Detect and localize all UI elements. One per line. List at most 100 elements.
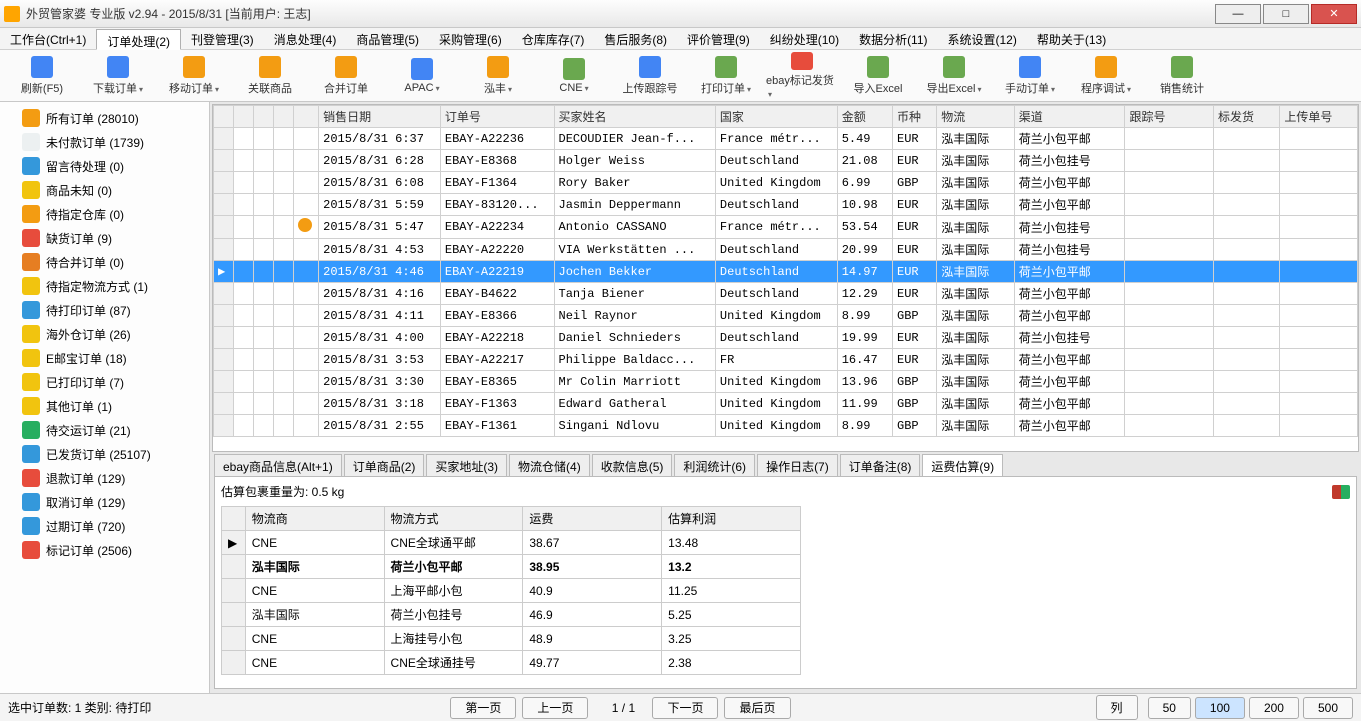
sidebar-item[interactable]: 商品未知 (0) [2,178,207,202]
sidebar-item[interactable]: 已发货订单 (25107) [2,442,207,466]
menu-item[interactable]: 订单处理(2) [96,29,181,50]
ship-header[interactable]: 物流商 [245,507,384,531]
table-row[interactable]: 2015/8/31 4:00EBAY-A22218Daniel Schniede… [214,327,1358,349]
sidebar-item[interactable]: 退款订单 (129) [2,466,207,490]
menu-item[interactable]: 纠纷处理(10) [760,28,849,49]
ship-header[interactable]: 估算利润 [662,507,801,531]
toolbar-button[interactable]: 刷新(F5) [6,52,78,100]
pagesize-button[interactable]: 200 [1249,697,1299,719]
sidebar-item[interactable]: 标记订单 (2506) [2,538,207,562]
maximize-button[interactable]: □ [1263,4,1309,24]
grid-header[interactable] [273,106,293,128]
sidebar-item[interactable]: 缺货订单 (9) [2,226,207,250]
pagesize-button[interactable]: 500 [1303,697,1353,719]
toolbar-button[interactable]: APAC▾ [386,52,458,100]
grid-header[interactable]: 币种 [893,106,937,128]
menu-item[interactable]: 系统设置(12) [938,28,1027,49]
grid-header[interactable] [233,106,253,128]
toolbar-button[interactable]: 关联商品 [234,52,306,100]
ship-row[interactable]: 泓丰国际荷兰小包挂号46.95.25 [222,603,801,627]
detail-tab[interactable]: 买家地址(3) [426,454,507,476]
columns-button[interactable]: 列 [1096,695,1138,720]
sidebar-item[interactable]: 其他订单 (1) [2,394,207,418]
table-row[interactable]: 2015/8/31 3:53EBAY-A22217Philippe Baldac… [214,349,1358,371]
table-row[interactable]: 2015/8/31 5:47EBAY-A22234Antonio CASSANO… [214,216,1358,239]
ship-row[interactable]: CNE上海挂号小包48.93.25 [222,627,801,651]
table-row[interactable]: 2015/8/31 3:30EBAY-E8365Mr Colin Marriot… [214,371,1358,393]
page-button[interactable]: 下一页 [652,697,718,719]
grid-header[interactable]: 销售日期 [319,106,441,128]
ship-row[interactable]: CNE上海平邮小包40.911.25 [222,579,801,603]
sidebar-item[interactable]: 取消订单 (129) [2,490,207,514]
sidebar-item[interactable]: 过期订单 (720) [2,514,207,538]
pagesize-button[interactable]: 50 [1148,697,1191,719]
sidebar-item[interactable]: 待合并订单 (0) [2,250,207,274]
grid-header[interactable] [293,106,318,128]
detail-tab[interactable]: 物流仓储(4) [509,454,590,476]
toolbar-button[interactable]: 手动订单▾ [994,52,1066,100]
toolbar-button[interactable]: 泓丰▾ [462,52,534,100]
grid-header[interactable]: 订单号 [440,106,554,128]
toolbar-button[interactable]: 导入Excel [842,52,914,100]
close-button[interactable]: ✕ [1311,4,1357,24]
page-button[interactable]: 第一页 [450,697,516,719]
sidebar-item[interactable]: 待交运订单 (21) [2,418,207,442]
minimize-button[interactable]: — [1215,4,1261,24]
sidebar-item[interactable]: 未付款订单 (1739) [2,130,207,154]
toolbar-button[interactable]: CNE▾ [538,52,610,100]
grid-header[interactable]: 标发货 [1214,106,1280,128]
orders-grid[interactable]: 销售日期订单号买家姓名国家金额币种物流渠道跟踪号标发货上传单号2015/8/31… [212,104,1359,452]
grid-header[interactable]: 物流 [937,106,1014,128]
detail-tab[interactable]: 订单商品(2) [344,454,425,476]
grid-header[interactable]: 国家 [715,106,837,128]
menu-item[interactable]: 采购管理(6) [429,28,512,49]
sidebar-item[interactable]: 留言待处理 (0) [2,154,207,178]
toolbar-button[interactable]: 导出Excel▾ [918,52,990,100]
table-row[interactable]: ▶2015/8/31 4:46EBAY-A22219Jochen BekkerD… [214,261,1358,283]
ship-header[interactable]: 运费 [523,507,662,531]
toolbar-button[interactable]: ebay标记发货▾ [766,52,838,100]
sidebar-item[interactable]: 海外仓订单 (26) [2,322,207,346]
ship-row[interactable]: ▶CNECNE全球通平邮38.6713.48 [222,531,801,555]
page-button[interactable]: 上一页 [522,697,588,719]
sidebar-item[interactable]: 待指定物流方式 (1) [2,274,207,298]
detail-tab[interactable]: 订单备注(8) [840,454,921,476]
ship-header[interactable]: 物流方式 [384,507,523,531]
table-row[interactable]: 2015/8/31 3:18EBAY-F1363Edward GatheralU… [214,393,1358,415]
toolbar-button[interactable]: 销售统计 [1146,52,1218,100]
menu-item[interactable]: 消息处理(4) [264,28,347,49]
grid-header[interactable]: 渠道 [1014,106,1125,128]
pagesize-button[interactable]: 100 [1195,697,1245,719]
menu-item[interactable]: 帮助关于(13) [1027,28,1116,49]
detail-tab[interactable]: 运费估算(9) [922,454,1003,476]
sidebar-item[interactable]: 待指定仓库 (0) [2,202,207,226]
book-icon[interactable] [1332,485,1350,499]
shipping-estimate-grid[interactable]: 物流商物流方式运费估算利润 ▶CNECNE全球通平邮38.6713.48泓丰国际… [221,506,801,675]
menu-item[interactable]: 售后服务(8) [594,28,677,49]
menu-item[interactable]: 数据分析(11) [849,28,937,49]
grid-header[interactable] [214,106,234,128]
detail-tab[interactable]: ebay商品信息(Alt+1) [214,454,342,476]
menu-item[interactable]: 工作台(Ctrl+1) [0,28,96,49]
detail-tab[interactable]: 操作日志(7) [757,454,838,476]
toolbar-button[interactable]: 上传跟踪号 [614,52,686,100]
table-row[interactable]: 2015/8/31 4:16EBAY-B4622Tanja BienerDeut… [214,283,1358,305]
toolbar-button[interactable]: 程序调试▾ [1070,52,1142,100]
detail-tab[interactable]: 收款信息(5) [592,454,673,476]
table-row[interactable]: 2015/8/31 6:28EBAY-E8368Holger WeissDeut… [214,150,1358,172]
menu-item[interactable]: 商品管理(5) [346,28,429,49]
page-button[interactable]: 最后页 [724,697,790,719]
detail-tab[interactable]: 利润统计(6) [674,454,755,476]
sidebar-item[interactable]: 待打印订单 (87) [2,298,207,322]
table-row[interactable]: 2015/8/31 4:53EBAY-A22220VIA Werkstätten… [214,239,1358,261]
ship-row[interactable]: 泓丰国际荷兰小包平邮38.9513.2 [222,555,801,579]
sidebar-item[interactable]: 所有订单 (28010) [2,106,207,130]
grid-header[interactable]: 金额 [837,106,892,128]
menu-item[interactable]: 仓库库存(7) [512,28,595,49]
table-row[interactable]: 2015/8/31 6:37EBAY-A22236DECOUDIER Jean-… [214,128,1358,150]
grid-header[interactable]: 跟踪号 [1125,106,1214,128]
table-row[interactable]: 2015/8/31 4:11EBAY-E8366Neil RaynorUnite… [214,305,1358,327]
grid-header[interactable] [253,106,273,128]
toolbar-button[interactable]: 合并订单 [310,52,382,100]
menu-item[interactable]: 评价管理(9) [677,28,760,49]
